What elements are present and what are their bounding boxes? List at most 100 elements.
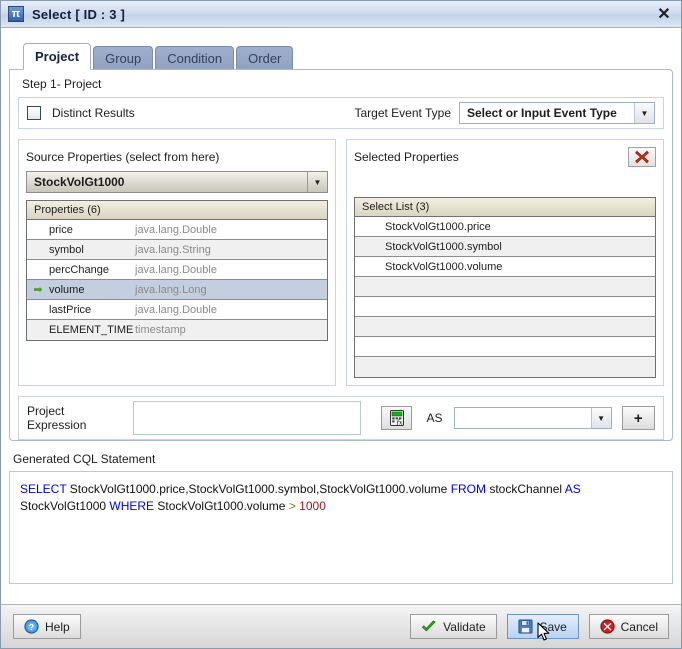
source-stream-value: StockVolGt1000	[34, 175, 125, 189]
selected-properties-header: Selected Properties	[354, 146, 656, 168]
cancel-button-label: Cancel	[620, 619, 658, 634]
help-button[interactable]: ? Help	[13, 614, 81, 639]
property-name: symbol	[49, 243, 84, 256]
property-type: java.lang.Long	[135, 283, 207, 296]
help-button-label: Help	[45, 619, 70, 634]
cancel-icon	[600, 619, 615, 634]
cql-token: StockVolGt1000	[20, 499, 110, 513]
selected-properties-panel: Selected Properties Select List (3) Stoc…	[346, 139, 664, 386]
validate-button[interactable]: Validate	[410, 614, 497, 639]
source-properties-panel: Source Properties (select from here) Sto…	[18, 139, 336, 386]
project-expression-input[interactable]	[133, 401, 362, 435]
dialog-footer: ? Help Validate Save Cancel	[1, 604, 681, 648]
selected-panel-spacer	[354, 168, 656, 197]
cql-token: 1000	[299, 499, 326, 513]
table-row[interactable]: ELEMENT_TIME timestamp	[27, 320, 327, 340]
generated-cql-label: Generated CQL Statement	[13, 452, 156, 466]
list-item[interactable]	[355, 297, 655, 317]
source-grid-header: Properties (6)	[27, 201, 327, 220]
add-expression-button[interactable]: +	[621, 406, 656, 430]
cql-token: AS	[564, 482, 581, 496]
table-row[interactable]: symbol java.lang.String	[27, 240, 327, 260]
selected-properties-grid: Select List (3) StockVolGt1000.price Sto…	[354, 197, 656, 378]
list-item[interactable]	[355, 317, 655, 337]
source-stream-combo[interactable]: StockVolGt1000 ▼	[26, 171, 328, 193]
help-icon: ?	[24, 619, 39, 634]
cql-token: FROM	[450, 482, 487, 496]
table-row[interactable]: percChange java.lang.Double	[27, 260, 327, 280]
cancel-button[interactable]: Cancel	[588, 614, 669, 639]
distinct-results-label: Distinct Results	[52, 106, 135, 120]
cql-token: SELECT	[20, 482, 67, 496]
target-event-type-label: Target Event Type	[354, 106, 451, 120]
tab-order[interactable]: Order	[236, 46, 294, 70]
chevron-down-icon[interactable]: ▼	[307, 172, 327, 192]
save-button[interactable]: Save	[506, 614, 579, 639]
properties-panels: Source Properties (select from here) Sto…	[18, 139, 664, 386]
options-row: Distinct Results Target Event Type Selec…	[18, 97, 664, 129]
property-type: timestamp	[135, 324, 186, 336]
project-expression-label: Project Expression	[27, 404, 87, 432]
table-row[interactable]: price java.lang.Double	[27, 220, 327, 240]
property-type: java.lang.Double	[135, 263, 217, 276]
property-name: percChange	[49, 263, 109, 276]
cql-token: >	[288, 499, 296, 513]
list-item[interactable]	[355, 337, 655, 357]
validate-button-label: Validate	[443, 619, 486, 634]
save-button-label: Save	[539, 619, 567, 634]
target-event-type-combo[interactable]: Select or Input Event Type ▼	[459, 102, 655, 124]
project-expression-row: Project Expression fx AS ▼ +	[18, 396, 664, 440]
step-label: Step 1- Project	[22, 77, 102, 91]
cql-token: StockVolGt1000.volume	[154, 499, 289, 513]
property-name: price	[49, 223, 73, 236]
window-title: Select [ ID : 3 ]	[32, 6, 125, 22]
cql-token: WHERE	[109, 499, 155, 513]
check-icon	[422, 619, 436, 632]
list-item[interactable]: StockVolGt1000.symbol	[355, 237, 655, 257]
remove-selected-button[interactable]	[628, 147, 656, 167]
property-name: ELEMENT_TIME	[49, 324, 134, 336]
as-label: AS	[426, 411, 443, 425]
list-item[interactable]: StockVolGt1000.volume	[355, 257, 655, 277]
close-icon[interactable]: ✕	[651, 3, 677, 25]
arrow-right-icon: ➡	[33, 284, 43, 296]
generated-cql-statement: SELECT StockVolGt1000.price,StockVolGt10…	[9, 471, 673, 584]
cql-token: stockChannel	[486, 482, 565, 496]
red-x-icon	[635, 150, 649, 164]
svg-text:fx: fx	[395, 418, 402, 426]
list-item[interactable]	[355, 277, 655, 297]
source-properties-header: Source Properties (select from here)	[26, 146, 328, 168]
source-properties-title: Source Properties (select from here)	[26, 150, 220, 164]
chevron-down-icon[interactable]: ▼	[590, 408, 611, 428]
property-type: java.lang.String	[135, 243, 211, 256]
property-type: java.lang.Double	[135, 303, 217, 316]
dialog-body: Project Group Condition Order Step 1- Pr…	[1, 28, 681, 604]
distinct-results-checkbox[interactable]: Distinct Results	[27, 106, 135, 120]
selected-properties-title: Selected Properties	[354, 150, 459, 164]
source-properties-grid: Properties (6) price java.lang.Double sy…	[26, 200, 328, 341]
tab-condition[interactable]: Condition	[155, 46, 235, 70]
list-item[interactable]	[355, 357, 655, 377]
cql-token: StockVolGt1000.price,StockVolGt1000.symb…	[66, 482, 451, 496]
tab-strip: Project Group Condition Order	[9, 42, 673, 70]
title-bar: π Select [ ID : 3 ] ✕	[1, 1, 681, 28]
alias-combo[interactable]: ▼	[454, 407, 612, 429]
table-row-selected[interactable]: ➡ volume java.lang.Long	[27, 280, 327, 300]
property-name: volume	[49, 283, 85, 296]
target-event-type-value: Select or Input Event Type	[467, 106, 617, 120]
selected-grid-header: Select List (3)	[355, 198, 655, 217]
list-item[interactable]: StockVolGt1000.price	[355, 217, 655, 237]
distinct-results-checkbox-box[interactable]	[27, 106, 41, 120]
tab-group[interactable]: Group	[93, 46, 154, 70]
pi-icon: π	[8, 6, 24, 22]
table-row[interactable]: lastPrice java.lang.Double	[27, 300, 327, 320]
property-type: java.lang.Double	[135, 223, 217, 236]
project-tab-panel: Step 1- Project Distinct Results Target …	[9, 69, 673, 441]
tab-project[interactable]: Project	[23, 43, 92, 70]
expression-builder-button[interactable]: fx	[381, 406, 413, 430]
svg-text:?: ?	[29, 622, 34, 632]
floppy-disk-icon	[518, 619, 533, 634]
alias-value	[455, 408, 590, 428]
property-name: lastPrice	[49, 303, 92, 316]
chevron-down-icon[interactable]: ▼	[634, 103, 654, 123]
